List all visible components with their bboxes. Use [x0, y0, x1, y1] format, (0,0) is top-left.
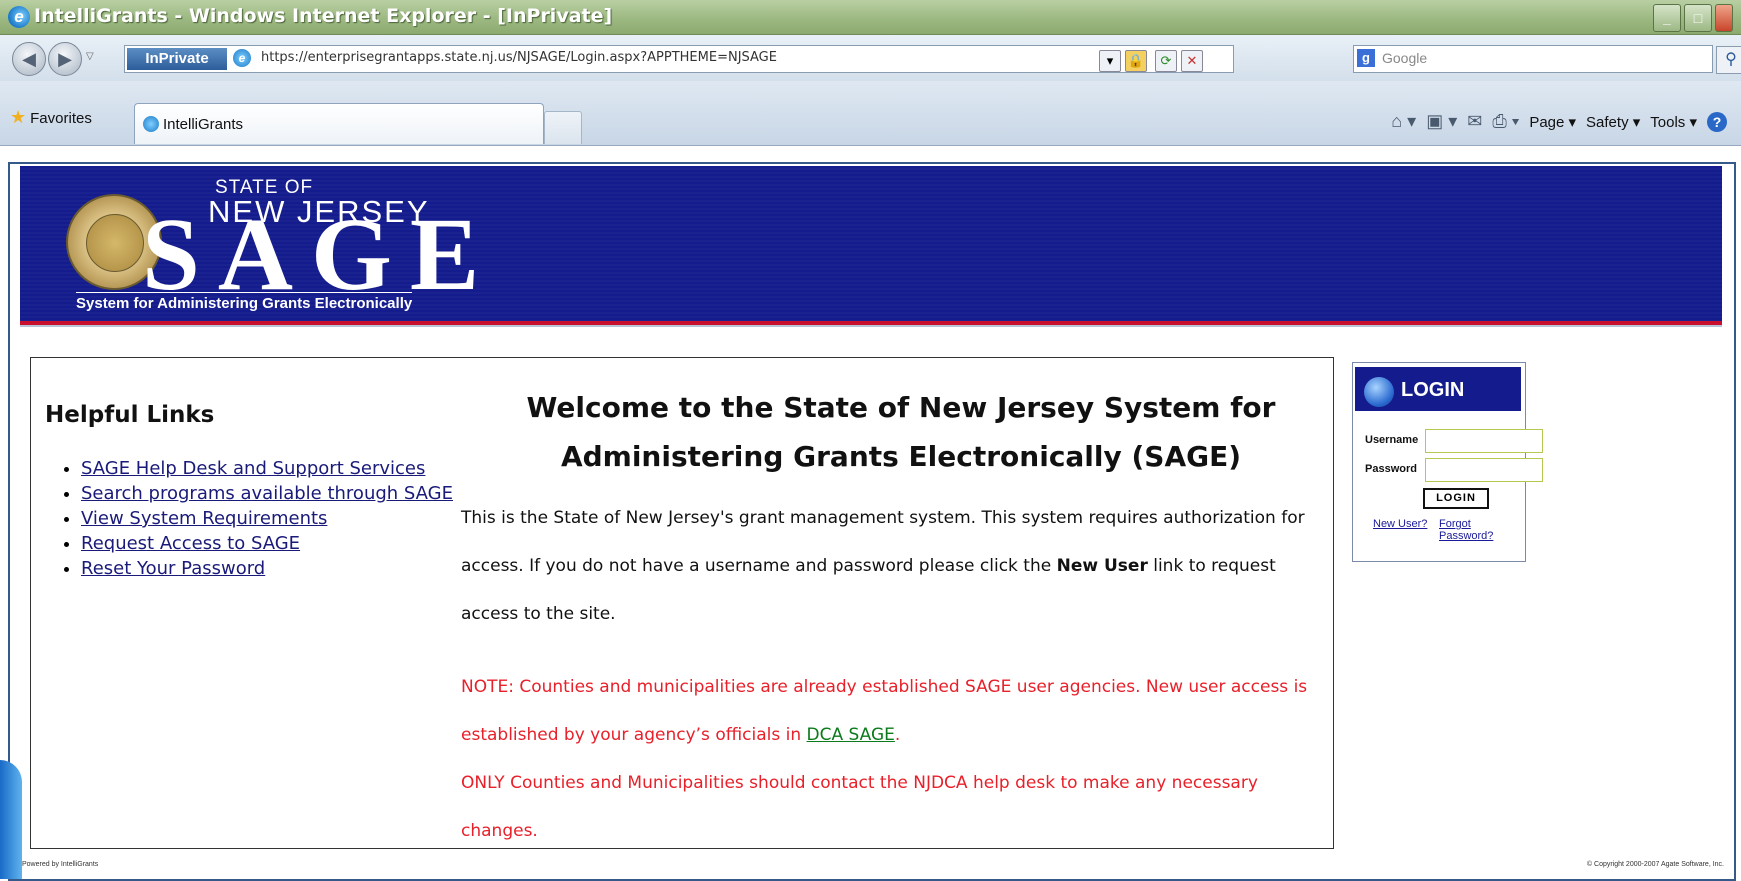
- globe-icon: [1364, 377, 1394, 407]
- dca-sage-link[interactable]: DCA SAGE: [807, 725, 895, 745]
- url-field[interactable]: InPrivate e https://enterprisegrantapps.…: [124, 45, 1234, 73]
- search-box[interactable]: g Google ⚲: [1353, 45, 1741, 74]
- back-button[interactable]: ◀: [12, 42, 46, 76]
- favorites-label: Favorites: [30, 110, 92, 127]
- new-user-link[interactable]: New User?: [1373, 518, 1427, 530]
- minimize-button[interactable]: _: [1653, 4, 1681, 32]
- note-text-2: ONLY Counties and Municipalities should …: [461, 773, 1258, 841]
- refresh-icon[interactable]: ⟳: [1155, 50, 1177, 72]
- list-item: View System Requirements: [81, 506, 453, 531]
- main-panel: Helpful Links SAGE Help Desk and Support…: [30, 357, 1334, 849]
- logo-sage: SAGE: [142, 197, 498, 312]
- banner-divider: [20, 325, 1722, 327]
- inprivate-badge: InPrivate: [127, 48, 227, 70]
- footer-copyright: © Copyright 2000-2007 Agate Software, In…: [1586, 861, 1724, 868]
- ie-logo-icon: e: [8, 6, 30, 28]
- link-reset-password[interactable]: Reset Your Password: [81, 558, 265, 579]
- welcome-title: Welcome to the State of New Jersey Syste…: [526, 391, 1276, 473]
- link-system-requirements[interactable]: View System Requirements: [81, 508, 327, 529]
- help-icon[interactable]: ?: [1707, 111, 1727, 132]
- sage-banner: STATE OF NEW JERSEY SAGE System for Admi…: [20, 166, 1722, 325]
- favorites-star-icon: ★: [10, 107, 27, 127]
- logo-tagline: System for Administering Grants Electron…: [76, 292, 413, 312]
- footer-powered-by: Powered by IntelliGrants: [22, 861, 99, 868]
- link-help-desk[interactable]: SAGE Help Desk and Support Services: [81, 458, 425, 479]
- window-title: IntelliGrants - Windows Internet Explore…: [34, 5, 613, 27]
- link-request-access[interactable]: Request Access to SAGE: [81, 533, 300, 554]
- page-content: STATE OF NEW JERSEY SAGE System for Admi…: [8, 162, 1736, 881]
- forward-button[interactable]: ▶: [48, 42, 82, 76]
- seal-center: [86, 214, 144, 272]
- tab-ie-icon: [143, 116, 159, 132]
- page-icon: e: [233, 49, 251, 67]
- favorites-button[interactable]: ★ Favorites: [10, 107, 92, 128]
- username-field[interactable]: [1425, 429, 1543, 453]
- link-search-programs[interactable]: Search programs available through SAGE: [81, 483, 453, 504]
- username-label: Username: [1365, 434, 1419, 446]
- tab-label: IntelliGrants: [163, 116, 244, 133]
- address-bar: ◀ ▶ ▽ InPrivate e https://enterprisegran…: [0, 35, 1741, 81]
- google-icon: g: [1357, 49, 1375, 67]
- safety-menu[interactable]: Safety ▾: [1586, 113, 1640, 131]
- helpful-links-title: Helpful Links: [45, 402, 215, 428]
- password-field[interactable]: [1425, 458, 1543, 482]
- mail-icon[interactable]: ✉: [1467, 111, 1482, 132]
- history-dropdown-icon[interactable]: ▽: [86, 51, 94, 62]
- compatibility-dropdown-icon[interactable]: ▾: [1099, 50, 1121, 72]
- command-bar: ⌂ ▾ ▣ ▾ ✉ ⎙ ▾ Page ▾ Safety ▾ Tools ▾ ?: [1391, 111, 1727, 132]
- window-controls: _ □: [1653, 4, 1733, 32]
- new-tab-button[interactable]: [544, 111, 582, 144]
- tools-menu[interactable]: Tools ▾: [1650, 113, 1697, 131]
- note-paragraph: NOTE: Counties and municipalities are al…: [461, 663, 1331, 855]
- note-period: .: [894, 725, 901, 745]
- intro-new-user: New User: [1056, 556, 1148, 576]
- page-menu[interactable]: Page ▾: [1529, 113, 1576, 131]
- print-icon[interactable]: ⎙ ▾: [1492, 111, 1519, 132]
- intro-paragraph: This is the State of New Jersey's grant …: [461, 494, 1331, 638]
- helpful-links-list: SAGE Help Desk and Support Services Sear…: [45, 456, 453, 581]
- browser-tab[interactable]: IntelliGrants: [134, 103, 544, 144]
- password-label: Password: [1365, 463, 1417, 475]
- search-icon[interactable]: ⚲: [1716, 46, 1741, 74]
- feeds-icon[interactable]: ▣ ▾: [1426, 111, 1457, 132]
- list-item: SAGE Help Desk and Support Services: [81, 456, 453, 481]
- login-button[interactable]: LOGIN: [1423, 488, 1489, 509]
- close-button[interactable]: [1715, 4, 1733, 32]
- login-header: LOGIN: [1355, 367, 1521, 411]
- stop-icon[interactable]: ✕: [1181, 50, 1203, 72]
- login-title: LOGIN: [1401, 379, 1465, 401]
- list-item: Request Access to SAGE: [81, 531, 453, 556]
- window-titlebar: e IntelliGrants - Windows Internet Explo…: [0, 0, 1741, 35]
- login-panel: LOGIN Username Password LOGIN New User? …: [1352, 362, 1543, 562]
- forgot-password-link[interactable]: Forgot Password?: [1439, 518, 1525, 542]
- maximize-button[interactable]: □: [1684, 4, 1712, 32]
- home-icon[interactable]: ⌂ ▾: [1391, 111, 1416, 132]
- list-item: Reset Your Password: [81, 556, 453, 581]
- url-text: https://enterprisegrantapps.state.nj.us/…: [261, 50, 777, 65]
- favorites-bar: ★ Favorites IntelliGrants ⌂ ▾ ▣ ▾ ✉ ⎙ ▾ P…: [0, 81, 1741, 146]
- desktop-corner-decoration: [0, 760, 22, 879]
- search-placeholder: Google: [1382, 50, 1428, 66]
- lock-icon[interactable]: 🔒: [1125, 50, 1147, 72]
- list-item: Search programs available through SAGE: [81, 481, 453, 506]
